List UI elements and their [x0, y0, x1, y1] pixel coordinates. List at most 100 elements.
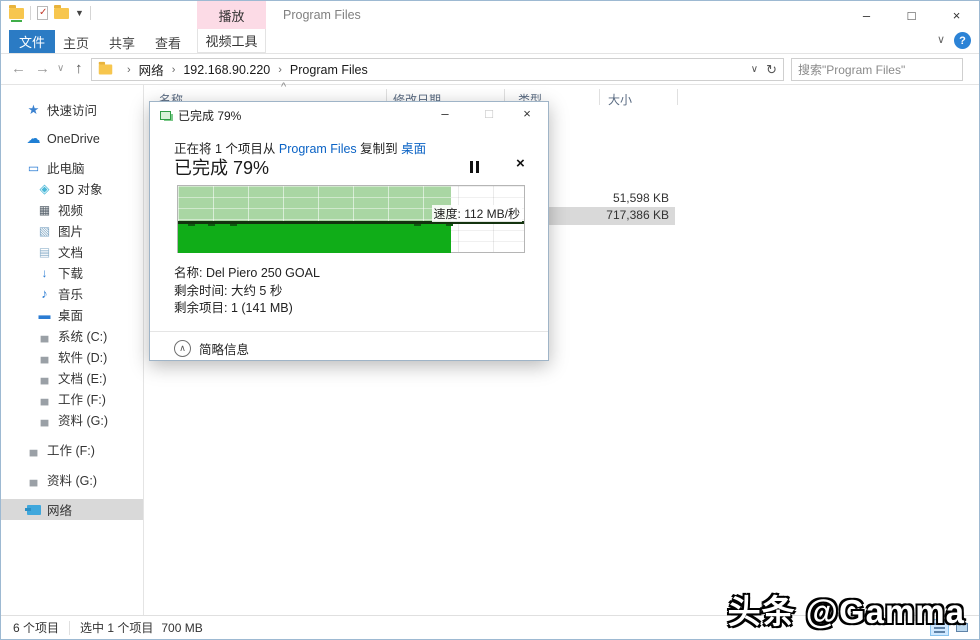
speed-history-area [178, 186, 451, 221]
tab-home[interactable]: 主页 [63, 33, 89, 52]
sidebar-item-quick-access[interactable]: ★ 快速访问 [1, 99, 143, 120]
breadcrumb-item[interactable]: 网络 [137, 60, 166, 79]
qat-dropdown-arrow[interactable]: ▼ [75, 8, 84, 18]
sidebar-item-label: 资料 (G:) [47, 470, 97, 489]
pause-button[interactable] [468, 161, 482, 174]
desktop-icon: ▬ [36, 308, 53, 322]
search-input[interactable] [792, 63, 959, 77]
divider [69, 621, 70, 635]
sidebar-item-documents[interactable]: ▤ 文档 [1, 241, 143, 262]
window-controls: – □ × [844, 1, 979, 29]
drive-icon: ▄ [36, 330, 53, 342]
monitor-icon: ▭ [25, 161, 42, 175]
sort-ascending-icon[interactable]: ^ [281, 81, 286, 93]
drive-icon: ▄ [36, 414, 53, 426]
sidebar-item-drive-f[interactable]: ▄工作 (F:) [1, 388, 143, 409]
sidebar-item-label: 快速访问 [47, 100, 97, 119]
recent-locations-arrow[interactable]: ∨ [57, 63, 64, 74]
breadcrumb-separator[interactable]: › [272, 64, 288, 76]
sidebar-item-drive-e[interactable]: ▄ 文档 (E:) [1, 367, 143, 388]
properties-icon[interactable] [37, 6, 48, 20]
refresh-icon[interactable]: ↻ [766, 62, 777, 78]
minimize-button[interactable]: – [844, 1, 889, 29]
navigation-bar: ← → ∨ ↑ ›网络›192.168.90.220›Program Files… [1, 54, 979, 85]
drive-icon: ▄ [36, 372, 53, 384]
dialog-close-button[interactable]: × [516, 106, 538, 121]
sidebar-item-onedrive[interactable]: ☁ OneDrive [1, 128, 143, 149]
breadcrumb-item[interactable]: Program Files [288, 63, 370, 77]
speed-chart: 速度: 112 MB/秒 [177, 185, 525, 253]
dialog-title: 已完成 79% [178, 107, 241, 124]
tab-file[interactable]: 文件 [9, 30, 55, 53]
sidebar-item-label: 文档 (E:) [58, 368, 107, 387]
drive-icon: ▄ [36, 351, 53, 363]
star-icon: ★ [25, 102, 42, 118]
source-folder-link[interactable]: Program Files [279, 142, 357, 156]
watermark: 头条 @Gamma [728, 585, 965, 633]
chevron-down-icon[interactable]: ∨ [937, 33, 945, 46]
sidebar-item-drive-c[interactable]: ▄系统 (C:) [1, 325, 143, 346]
search-box[interactable] [791, 58, 963, 81]
tab-share[interactable]: 共享 [109, 33, 135, 52]
column-divider[interactable] [677, 89, 678, 105]
sidebar-item-desktop[interactable]: ▬ 桌面 [1, 304, 143, 325]
sidebar-item-data-g[interactable]: ▄资料 (G:) [1, 469, 143, 490]
sidebar-item-drive-d[interactable]: ▄软件 (D:) [1, 346, 143, 367]
speed-label: 速度: 112 MB/秒 [432, 205, 522, 222]
sidebar-item-network[interactable]: 网络 [1, 499, 143, 520]
sidebar-item-3d-objects[interactable]: ◈3D 对象 [1, 178, 143, 199]
up-button[interactable]: ↑ [75, 60, 83, 77]
breadcrumb-separator[interactable]: › [166, 64, 182, 76]
divider [90, 6, 91, 20]
address-bar[interactable]: ›网络›192.168.90.220›Program Files ∨ ↻ [91, 58, 784, 81]
file-row-size[interactable]: 51,598 KB [541, 190, 669, 207]
sidebar-item-music[interactable]: ♪音乐 [1, 283, 143, 304]
destination-folder-link[interactable]: 桌面 [401, 142, 426, 156]
breadcrumb-separator[interactable]: › [121, 64, 137, 76]
sidebar-item-label: 视频 [58, 200, 83, 219]
dialog-minimize-button[interactable]: – [434, 106, 456, 121]
music-icon: ♪ [36, 286, 53, 301]
sidebar-item-pictures[interactable]: ▧图片 [1, 220, 143, 241]
maximize-button[interactable]: □ [889, 1, 934, 29]
new-folder-icon[interactable] [54, 8, 69, 19]
sidebar-item-label: 桌面 [58, 305, 83, 324]
tab-view[interactable]: 查看 [155, 33, 181, 52]
items-count: 6 个项目 [1, 619, 59, 636]
divider [30, 6, 31, 20]
tab-video-tools[interactable]: 视频工具 [197, 29, 266, 53]
doc-icon: ▤ [36, 245, 53, 259]
sidebar-item-downloads[interactable]: ↓下载 [1, 262, 143, 283]
details-toggle[interactable]: ∧ 简略信息 [174, 339, 249, 358]
address-dropdown-arrow[interactable]: ∨ [751, 64, 758, 75]
drive-icon: ▄ [25, 444, 42, 456]
close-button[interactable]: × [934, 1, 979, 29]
copy-description-text: 复制到 [357, 142, 401, 156]
sidebar-item-label: OneDrive [47, 132, 100, 146]
sidebar-item-drive-g[interactable]: ▄ 资料 (G:) [1, 409, 143, 430]
sidebar-item-videos[interactable]: ▦视频 [1, 199, 143, 220]
cloud-icon: ☁ [25, 130, 42, 147]
window-titlebar: ▼ 播放 Program Files – □ × [1, 1, 979, 29]
selection-count: 选中 1 个项目 [80, 619, 153, 636]
selection-size: 700 MB [161, 621, 202, 635]
contextual-group-play[interactable]: 播放 [197, 1, 266, 29]
sidebar-item-work-f[interactable]: ▄ 工作 (F:) [1, 439, 143, 460]
column-divider[interactable] [599, 89, 600, 105]
forward-button[interactable]: → [35, 60, 50, 77]
sidebar-item-label: 工作 (F:) [47, 440, 95, 459]
sidebar-list: ★快速访问☁OneDrive▭此电脑◈3D 对象▦视频▧图片▤文档↓下载♪音乐▬… [1, 99, 143, 520]
sidebar-item-this-pc[interactable]: ▭此电脑 [1, 157, 143, 178]
sidebar-item-label: 资料 (G:) [58, 410, 108, 429]
items-remaining-line: 剩余项目: 1 (141 MB) [174, 297, 293, 316]
back-button[interactable]: ← [11, 60, 26, 77]
dialog-maximize-button[interactable]: □ [478, 106, 500, 121]
column-header-size[interactable]: 大小 [608, 91, 632, 108]
breadcrumb-item[interactable]: 192.168.90.220 [181, 63, 272, 77]
file-row-size[interactable]: 717,386 KB [541, 207, 669, 224]
file-name-line: 名称: Del Piero 250 GOAL [174, 262, 320, 281]
sidebar-item-label: 文档 [58, 242, 83, 261]
help-icon[interactable]: ? [954, 32, 971, 49]
cancel-copy-button[interactable]: × [516, 155, 525, 172]
speed-dip-mark [414, 224, 421, 226]
